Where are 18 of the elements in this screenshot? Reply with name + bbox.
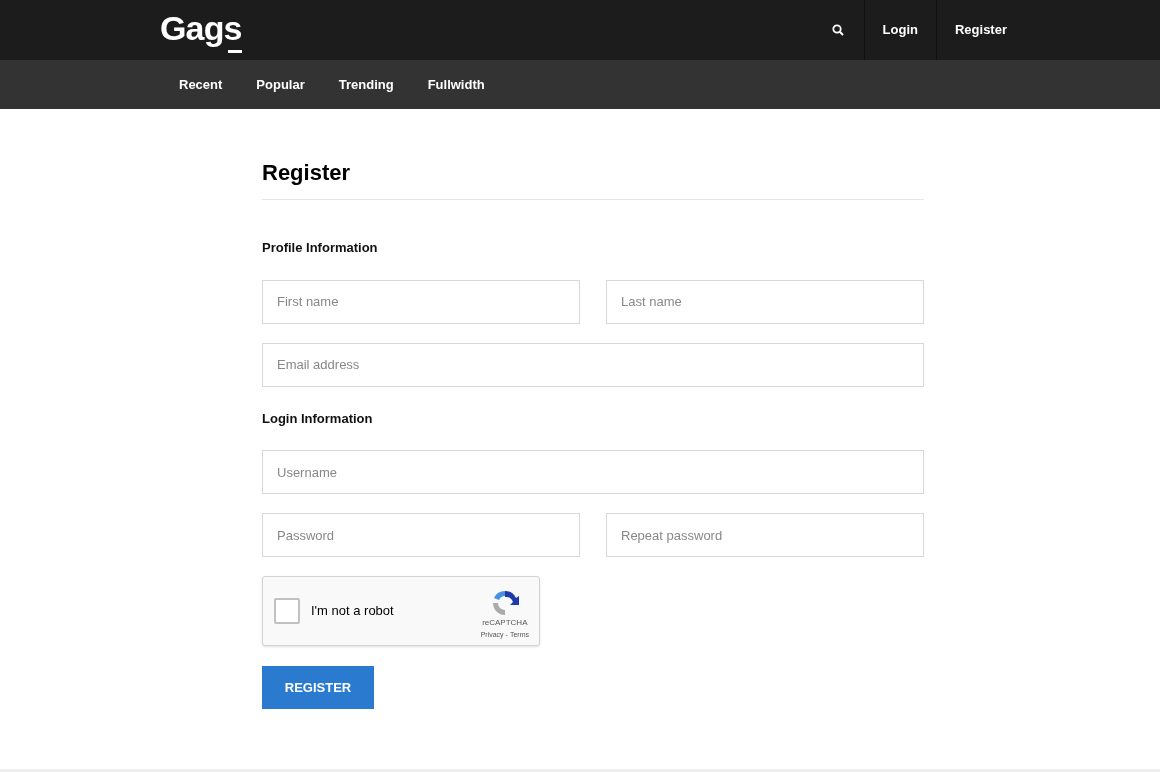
page-title: Register [262,156,924,200]
section-heading: Profile Information [262,239,379,257]
input-field[interactable]: Username [262,450,924,494]
recaptcha-brand: reCAPTCHA [482,617,528,628]
register-button[interactable]: REGISTER [262,666,374,709]
nav-link[interactable]: Trending [321,74,411,95]
input-field[interactable]: Repeat password [606,513,924,557]
input-field[interactable]: Email address [262,342,924,387]
nav-link[interactable]: Fullwidth [410,74,502,95]
search-icon[interactable] [831,24,844,36]
input-field[interactable]: First name [262,279,580,324]
nav-link[interactable]: Popular [239,74,322,95]
captcha-label: I'm not a robot [311,602,395,621]
input-field[interactable]: Password [262,513,580,557]
section-heading: Login Information [262,409,374,428]
input-field[interactable]: Last name [606,279,924,324]
nav-link[interactable]: Recent [162,74,240,95]
captcha-checkbox[interactable] [274,598,300,624]
